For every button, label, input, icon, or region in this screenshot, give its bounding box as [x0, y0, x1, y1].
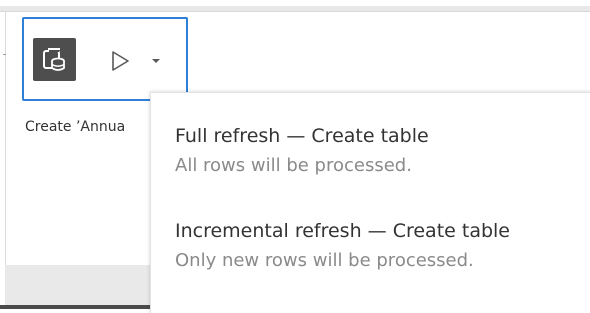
run-options-dropdown[interactable]	[149, 54, 163, 68]
output-step-card[interactable]	[22, 17, 188, 101]
run-options-menu: Full refresh — Create table All rows wil…	[150, 92, 590, 313]
menu-item-title: Full refresh — Create table	[175, 125, 429, 147]
menu-item-description: Only new rows will be processed.	[175, 250, 474, 271]
connector-tick	[3, 54, 6, 55]
menu-item-incremental-refresh[interactable]: Incremental refresh — Create table Only …	[175, 219, 510, 272]
output-step-icon[interactable]	[33, 38, 76, 81]
menu-item-full-refresh[interactable]: Full refresh — Create table All rows wil…	[175, 124, 429, 177]
step-name-label: Create ’Annua	[25, 119, 126, 135]
menu-item-title: Incremental refresh — Create table	[175, 220, 510, 242]
play-icon	[112, 51, 129, 71]
run-flow-button[interactable]	[109, 50, 131, 72]
database-output-icon	[42, 47, 65, 71]
caret-down-icon	[152, 59, 160, 63]
menu-item-description: All rows will be processed.	[175, 155, 412, 176]
